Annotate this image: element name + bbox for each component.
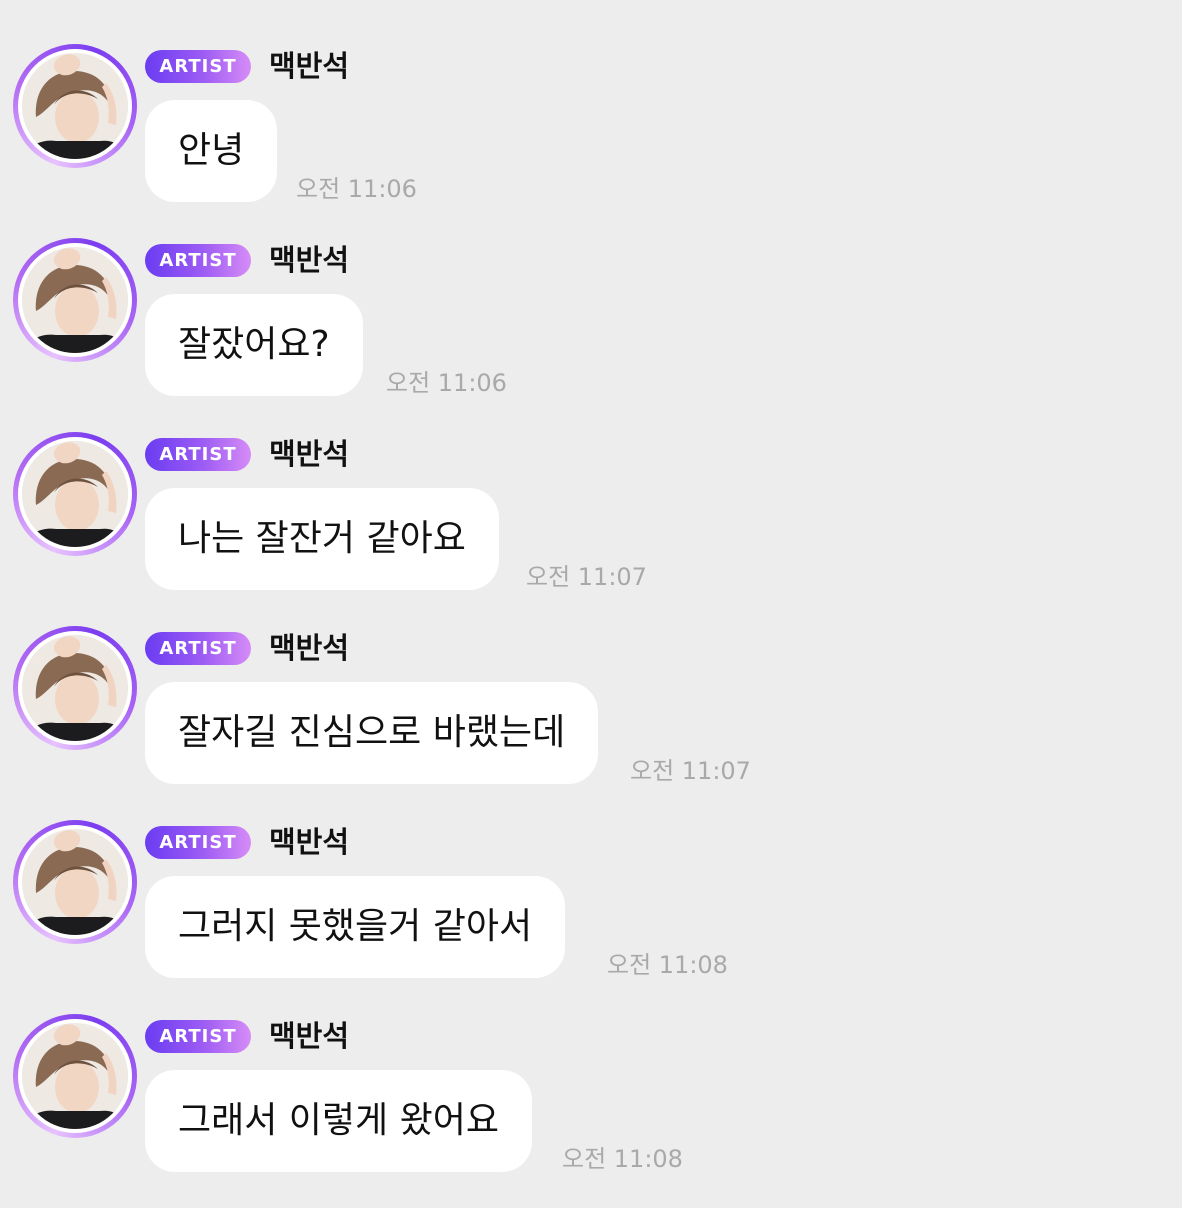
artist-avatar[interactable]: [13, 432, 137, 556]
message-timestamp: 오전 11:07: [526, 563, 647, 591]
artist-badge: ARTIST: [145, 826, 251, 859]
sender-name[interactable]: 맥반석: [269, 240, 349, 280]
message-timestamp: 오전 11:08: [562, 1145, 683, 1173]
sender-name[interactable]: 맥반석: [269, 434, 349, 474]
message-timestamp: 오전 11:08: [607, 951, 728, 979]
sender-name[interactable]: 맥반석: [269, 822, 349, 862]
chat-message-list: ARTIST 맥반석 안녕 오전 11:06 ARTIST 맥반석 잘잤어요? …: [0, 0, 1182, 1200]
message-bubble[interactable]: 잘자길 진심으로 바랬는데: [145, 682, 599, 784]
artist-badge: ARTIST: [145, 438, 251, 471]
avatar-photo-icon: [22, 441, 128, 547]
chat-message: ARTIST 맥반석 잘잤어요? 오전 11:06: [0, 238, 1182, 432]
chat-message: ARTIST 맥반석 나는 잘잔거 같아요 오전 11:07: [0, 432, 1182, 626]
message-bubble[interactable]: 그래서 이렇게 왔어요: [145, 1070, 532, 1172]
message-timestamp: 오전 11:06: [386, 369, 507, 397]
message-bubble[interactable]: 안녕: [145, 100, 278, 202]
avatar-photo-icon: [22, 635, 128, 741]
artist-avatar[interactable]: [13, 1014, 137, 1138]
avatar-photo-icon: [22, 1023, 128, 1129]
avatar-photo-icon: [22, 53, 128, 159]
avatar-photo-icon: [22, 247, 128, 353]
avatar-photo-icon: [22, 829, 128, 935]
chat-message: ARTIST 맥반석 그래서 이렇게 왔어요 오전 11:08: [0, 1014, 1182, 1208]
artist-avatar[interactable]: [13, 626, 137, 750]
sender-name[interactable]: 맥반석: [269, 46, 349, 86]
message-timestamp: 오전 11:06: [296, 175, 417, 203]
sender-name[interactable]: 맥반석: [269, 1016, 349, 1056]
artist-badge: ARTIST: [145, 244, 251, 277]
artist-badge: ARTIST: [145, 1020, 251, 1053]
artist-avatar[interactable]: [13, 44, 137, 168]
chat-message: ARTIST 맥반석 잘자길 진심으로 바랬는데 오전 11:07: [0, 626, 1182, 820]
chat-message: ARTIST 맥반석 그러지 못했을거 같아서 오전 11:08: [0, 820, 1182, 1014]
sender-name[interactable]: 맥반석: [269, 628, 349, 668]
artist-avatar[interactable]: [13, 238, 137, 362]
message-bubble[interactable]: 그러지 못했을거 같아서: [145, 876, 566, 978]
message-bubble[interactable]: 잘잤어요?: [145, 294, 363, 396]
artist-avatar[interactable]: [13, 820, 137, 944]
chat-message: ARTIST 맥반석 안녕 오전 11:06: [0, 44, 1182, 238]
message-timestamp: 오전 11:07: [630, 757, 751, 785]
message-bubble[interactable]: 나는 잘잔거 같아요: [145, 488, 499, 590]
artist-badge: ARTIST: [145, 632, 251, 665]
artist-badge: ARTIST: [145, 50, 251, 83]
